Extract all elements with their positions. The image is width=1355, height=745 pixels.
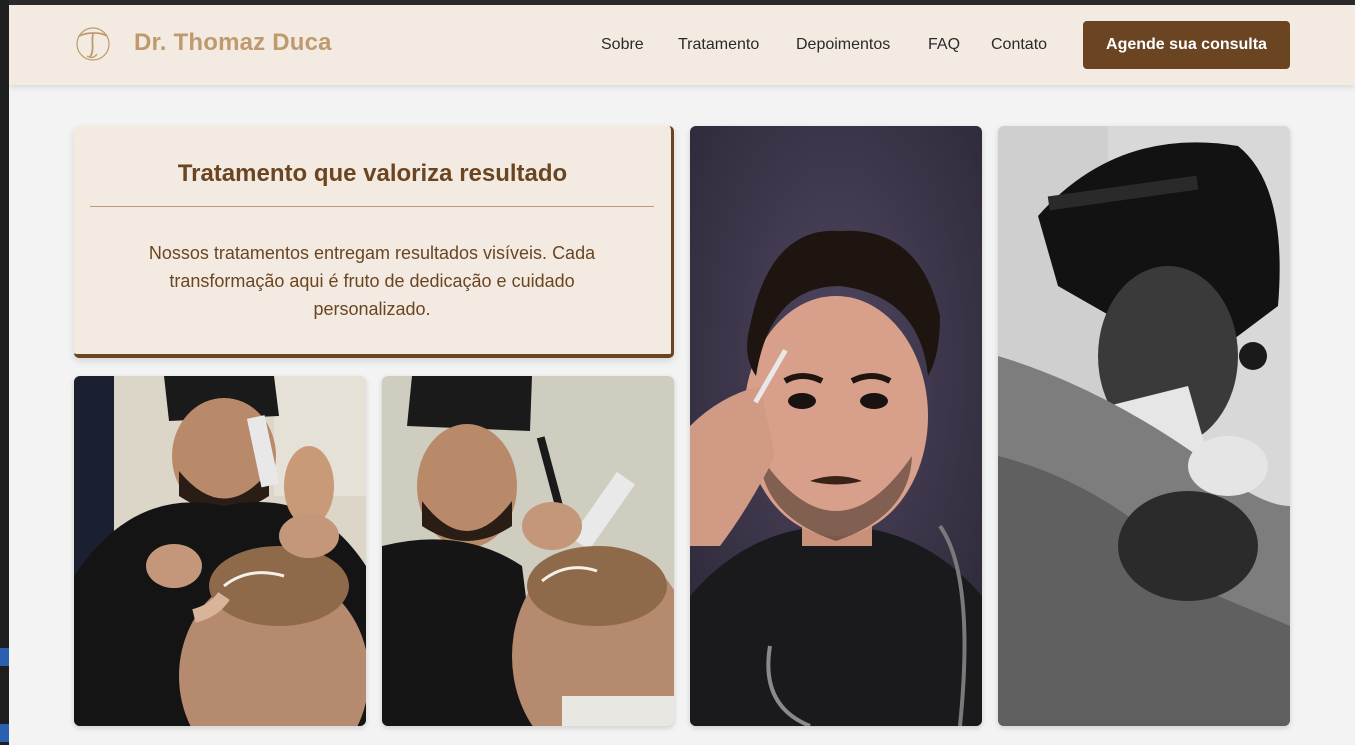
- page: Dr. Thomaz Duca Sobre Tratamento Depoime…: [9, 5, 1355, 745]
- section-description: Nossos tratamentos entregam resultados v…: [148, 243, 596, 319]
- nav-link-contato[interactable]: Contato: [991, 36, 1047, 54]
- treatment-info-card: Tratamento que valoriza resultado Nossos…: [74, 126, 674, 358]
- brand-name[interactable]: Dr. Thomaz Duca: [134, 29, 332, 57]
- doctor-portrait-photo[interactable]: [690, 126, 982, 726]
- os-dock-indicator: [0, 724, 9, 742]
- os-window-edge: [0, 0, 9, 745]
- book-consultation-button[interactable]: Agende sua consulta: [1083, 21, 1290, 69]
- navbar: Dr. Thomaz Duca Sobre Tratamento Depoime…: [9, 5, 1355, 85]
- nav-link-depoimentos[interactable]: Depoimentos: [796, 36, 890, 54]
- hairline-marking-photo-2[interactable]: [382, 376, 674, 726]
- hairline-marking-photo-1[interactable]: [74, 376, 366, 726]
- surgery-bw-photo[interactable]: [998, 126, 1290, 726]
- nav-link-sobre[interactable]: Sobre: [601, 36, 644, 54]
- os-dock-indicator: [0, 648, 9, 666]
- nav-link-tratamento[interactable]: Tratamento: [678, 36, 759, 54]
- section-title: Tratamento que valoriza resultado: [177, 160, 568, 187]
- nav-link-faq[interactable]: FAQ: [928, 36, 960, 54]
- logo-icon[interactable]: [73, 26, 113, 62]
- divider: [90, 206, 654, 207]
